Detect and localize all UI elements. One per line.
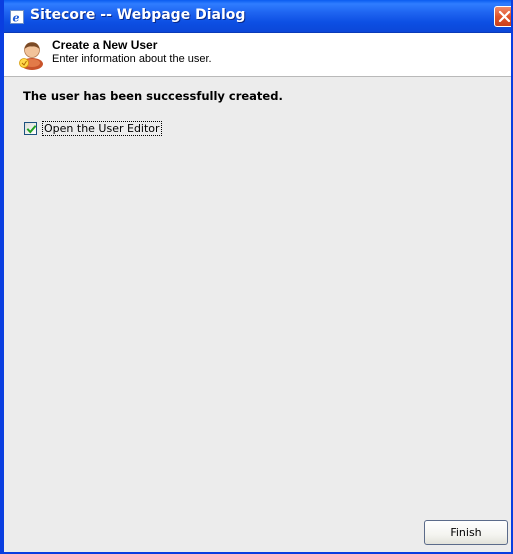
success-message: The user has been successfully created. (23, 89, 283, 103)
dialog-header: Create a New User Enter information abou… (4, 33, 511, 77)
svg-text:e: e (13, 12, 20, 25)
close-icon (498, 10, 511, 23)
title-bar[interactable]: e Sitecore -- Webpage Dialog (4, 0, 511, 33)
user-icon (19, 40, 43, 70)
window-title: Sitecore -- Webpage Dialog (30, 7, 246, 23)
page-title: Create a New User (52, 38, 158, 52)
page-subtitle: Enter information about the user. (52, 53, 212, 65)
open-user-editor-checkbox[interactable] (24, 121, 37, 135)
dialog-window: e Sitecore -- Webpage Dialog Create a Ne… (0, 0, 513, 554)
open-user-editor-label[interactable]: Open the User Editor (42, 120, 162, 136)
ie-page-icon: e (10, 9, 24, 25)
open-user-editor-option[interactable]: Open the User Editor (24, 120, 162, 136)
checkmark-icon (26, 124, 37, 134)
close-button[interactable] (494, 6, 511, 27)
dialog-content: The user has been successfully created. … (4, 78, 511, 552)
finish-button[interactable]: Finish (424, 520, 508, 545)
